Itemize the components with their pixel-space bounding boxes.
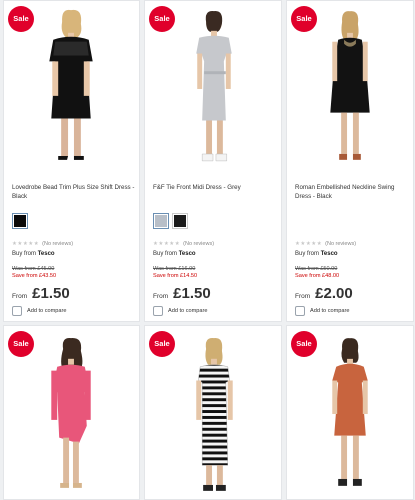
from-label: From <box>12 293 28 300</box>
was-price: Was from £50.00 <box>295 266 338 272</box>
review-count: (No reviews) <box>183 241 215 247</box>
price-block: From £1.50 <box>153 285 211 302</box>
add-to-compare[interactable]: Add to compare <box>12 306 67 316</box>
product-price: £1.50 <box>32 285 70 302</box>
product-card[interactable]: Sale <box>286 325 414 500</box>
compare-checkbox[interactable] <box>12 306 22 316</box>
compare-label: Add to compare <box>168 308 208 314</box>
product-card[interactable]: Sale <box>3 325 140 500</box>
swatch-color <box>14 215 26 227</box>
product-title[interactable]: Lovedrobe Bead Trim Plus Size Shift Dres… <box>12 183 135 201</box>
was-price: Was from £16.00 <box>153 266 196 272</box>
color-swatch[interactable] <box>12 213 28 229</box>
product-card[interactable]: Sale Roman Embellished Neckline Swing Dr… <box>286 0 414 322</box>
rating: ★★★★★ (No reviews) <box>295 241 356 247</box>
was-price: Was from £45.00 <box>12 266 55 272</box>
buy-from: Buy from Tesco <box>153 251 196 257</box>
sale-badge: Sale <box>8 331 34 357</box>
product-grid: Sale Lovedrobe Bead Trim Plus Size Shift… <box>0 0 415 500</box>
star-rating-icon: ★★★★★ <box>153 241 181 247</box>
from-label: From <box>295 293 311 300</box>
product-title[interactable]: Roman Embellished Neckline Swing Dress -… <box>295 183 409 201</box>
star-rating-icon: ★★★★★ <box>12 241 40 247</box>
swatch-color <box>155 215 167 227</box>
product-title[interactable]: F&F Tie Front Midi Dress - Grey <box>153 183 277 192</box>
review-count: (No reviews) <box>42 241 74 247</box>
product-price: £1.50 <box>173 285 211 302</box>
color-swatch[interactable] <box>153 213 169 229</box>
save-amount: Save from £43.50 <box>12 273 57 279</box>
sale-badge: Sale <box>149 6 175 32</box>
buy-prefix: Buy from <box>153 251 178 257</box>
price-block: From £1.50 <box>12 285 70 302</box>
sale-badge: Sale <box>291 331 317 357</box>
from-label: From <box>153 293 169 300</box>
color-swatches <box>153 213 188 229</box>
add-to-compare[interactable]: Add to compare <box>153 306 208 316</box>
product-card[interactable]: Sale F&F Tie Front Midi Dress - Grey ★★★… <box>144 0 282 322</box>
color-swatch[interactable] <box>172 213 188 229</box>
buy-from: Buy from Tesco <box>12 251 55 257</box>
compare-label: Add to compare <box>27 308 67 314</box>
product-card[interactable]: Sale <box>144 325 282 500</box>
product-card[interactable]: Sale Lovedrobe Bead Trim Plus Size Shift… <box>3 0 140 322</box>
store-name: Tesco <box>178 251 196 257</box>
save-amount: Save from £14.50 <box>153 273 198 279</box>
buy-prefix: Buy from <box>12 251 37 257</box>
store-name: Tesco <box>37 251 55 257</box>
store-name: Tesco <box>320 251 338 257</box>
review-count: (No reviews) <box>325 241 357 247</box>
price-block: From £2.00 <box>295 285 353 302</box>
add-to-compare[interactable]: Add to compare <box>295 306 350 316</box>
sale-badge: Sale <box>8 6 34 32</box>
buy-prefix: Buy from <box>295 251 320 257</box>
star-rating-icon: ★★★★★ <box>295 241 323 247</box>
compare-checkbox[interactable] <box>153 306 163 316</box>
rating: ★★★★★ (No reviews) <box>153 241 214 247</box>
compare-label: Add to compare <box>310 308 350 314</box>
color-swatches <box>12 213 28 229</box>
swatch-color <box>174 215 186 227</box>
compare-checkbox[interactable] <box>295 306 305 316</box>
sale-badge: Sale <box>149 331 175 357</box>
buy-from: Buy from Tesco <box>295 251 338 257</box>
sale-badge: Sale <box>291 6 317 32</box>
rating: ★★★★★ (No reviews) <box>12 241 73 247</box>
product-price: £2.00 <box>315 285 353 302</box>
save-amount: Save from £48.00 <box>295 273 340 279</box>
